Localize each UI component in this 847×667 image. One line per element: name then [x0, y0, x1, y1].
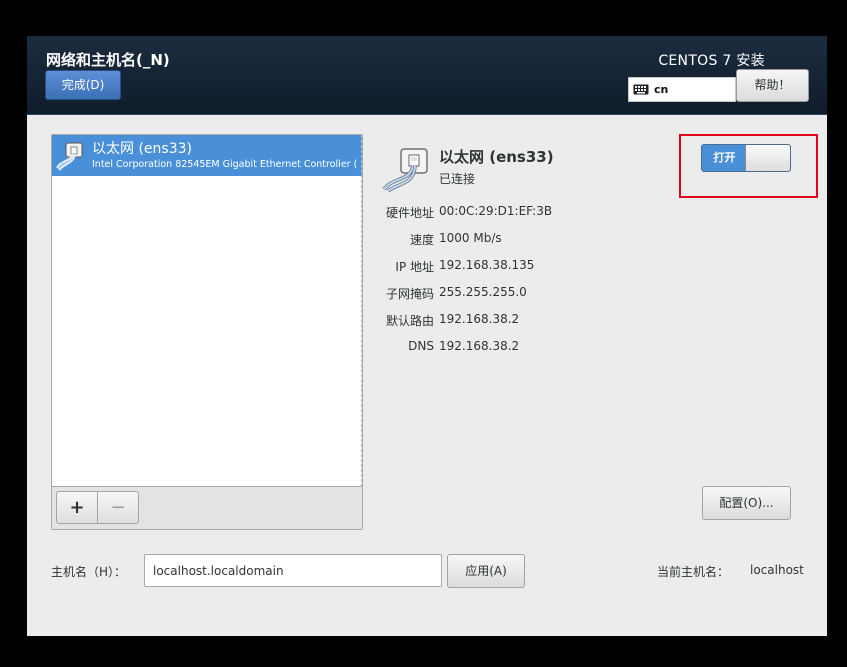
product-title: CENTOS 7 安装: [658, 53, 765, 69]
dns-label: DNS: [408, 339, 434, 353]
default-route-label: 默认路由: [385, 314, 434, 328]
device-list: 以太网 (ens33) Intel Corporation 82545EM Gi…: [51, 134, 363, 530]
hardware-address-value: 00:0C:29:D1:EF:3B: [439, 204, 553, 218]
device-list-item[interactable]: 以太网 (ens33) Intel Corporation 82545EM Gi…: [52, 135, 362, 176]
device-name: 以太网 (ens33): [92, 141, 192, 157]
subnet-mask-value: 255.255.255.0: [439, 285, 527, 299]
ethernet-icon: [55, 142, 83, 171]
hostname-input[interactable]: [144, 554, 442, 587]
keyboard-layout-indicator[interactable]: cn: [628, 77, 736, 102]
keyboard-icon: [633, 84, 649, 95]
remove-device-button[interactable]: −: [97, 491, 139, 524]
list-scroll-edge: [360, 135, 362, 487]
hostname-label: 主机名（H）：: [51, 565, 127, 579]
device-list-toolbar: + −: [52, 486, 362, 529]
detail-device-name: 以太网 (ens33): [439, 148, 554, 166]
ip-address-label: IP 地址: [395, 260, 434, 274]
network-hostname-window: 网络和主机名(_N) 完成(D) CENTOS 7 安装 cn 帮助！ 以太网 …: [27, 36, 827, 636]
configure-button[interactable]: 配置(O)...: [702, 486, 791, 520]
ethernet-icon: [382, 148, 428, 193]
connection-status: 已连接: [439, 172, 476, 186]
subnet-mask-label: 子网掩码: [385, 287, 434, 301]
add-device-button[interactable]: +: [56, 491, 98, 524]
device-description: Intel Corporation 82545EM Gigabit Ethern…: [92, 159, 358, 170]
apply-button[interactable]: 应用(A): [447, 554, 525, 588]
help-button[interactable]: 帮助！: [736, 69, 809, 102]
current-hostname-value: localhost: [750, 563, 804, 577]
done-button[interactable]: 完成(D): [45, 70, 121, 100]
switch-on-label: 打开: [713, 151, 736, 164]
switch-knob[interactable]: [745, 145, 790, 171]
page-title: 网络和主机名(_N): [46, 51, 170, 69]
keyboard-layout-label: cn: [654, 83, 669, 96]
current-hostname-label: 当前主机名：: [657, 565, 730, 579]
default-route-value: 192.168.38.2: [439, 312, 520, 326]
dns-value: 192.168.38.2: [439, 339, 520, 353]
hardware-address-label: 硬件地址: [385, 206, 434, 220]
connection-toggle-switch[interactable]: 打开: [701, 144, 791, 172]
speed-value: 1000 Mb/s: [439, 231, 502, 245]
ip-address-value: 192.168.38.135: [439, 258, 535, 272]
speed-label: 速度: [409, 233, 434, 247]
header-bar: 网络和主机名(_N) 完成(D) CENTOS 7 安装 cn 帮助！: [27, 36, 827, 115]
